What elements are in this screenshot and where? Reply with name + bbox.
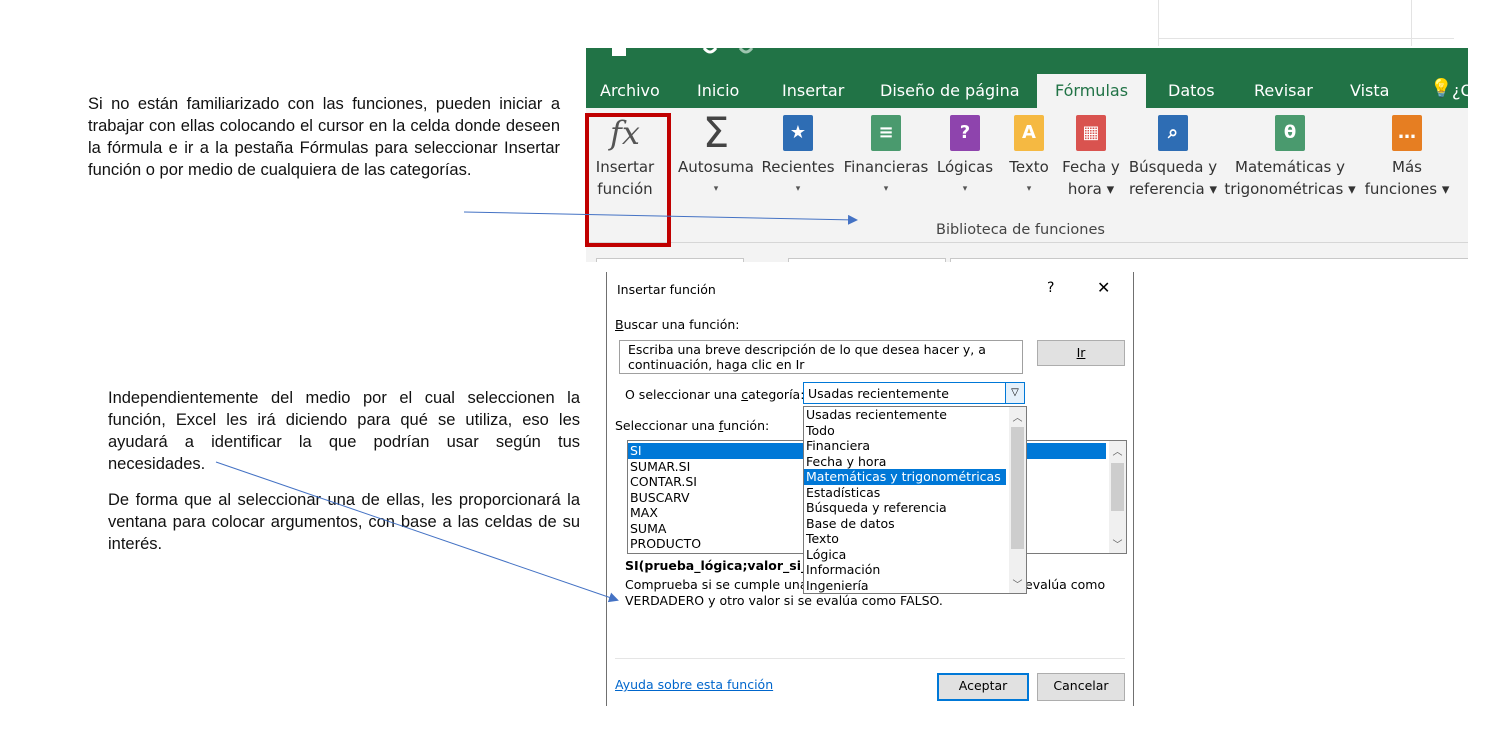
arrow-to-ribbon xyxy=(463,211,858,225)
arrow-to-description xyxy=(215,461,619,603)
annotation-arrows xyxy=(215,211,858,603)
